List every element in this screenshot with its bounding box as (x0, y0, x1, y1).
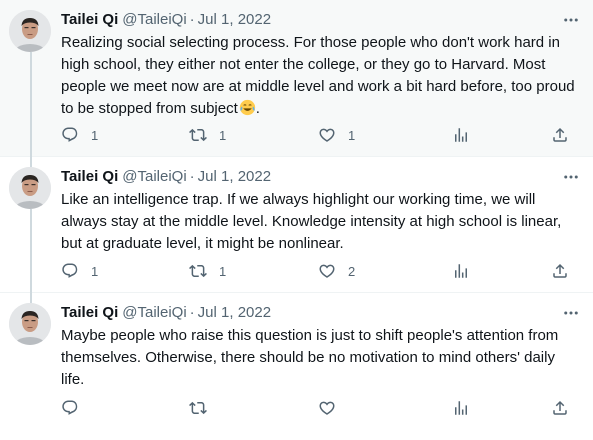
author-name[interactable]: Tailei Qi (61, 11, 118, 28)
share-button[interactable] (551, 124, 569, 146)
retweet-button[interactable] (189, 397, 207, 419)
tweet[interactable]: Tailei Qi @TaileiQi · Jul 1, 2022 Like an i… (0, 157, 593, 293)
reply-button[interactable] (61, 397, 79, 419)
more-icon[interactable] (561, 303, 581, 323)
share-button[interactable] (551, 397, 569, 419)
reply-icon (61, 262, 79, 280)
like-button[interactable]: 2 (318, 260, 355, 282)
retweet-icon (189, 262, 207, 280)
more-icon[interactable] (561, 167, 581, 187)
author-handle[interactable]: @TaileiQi (122, 168, 186, 185)
more-icon[interactable] (561, 10, 581, 30)
tweet[interactable]: Tailei Qi @TaileiQi · Jul 1, 2022 Realizing… (0, 0, 593, 157)
avatar[interactable] (9, 10, 51, 52)
like-icon (318, 126, 336, 144)
like-count: 2 (348, 263, 356, 279)
share-icon (551, 399, 569, 417)
tweet-text-content: Realizing social selecting process. For … (61, 34, 575, 117)
reply-count: 1 (91, 263, 99, 279)
views-icon (452, 262, 470, 280)
views-icon (452, 399, 470, 417)
tweet-actions (61, 397, 581, 419)
author-handle[interactable]: @TaileiQi (122, 304, 186, 321)
tweet[interactable]: Tailei Qi @TaileiQi · Jul 1, 2022 Maybe peo… (0, 293, 593, 440)
retweet-button[interactable]: 1 (189, 124, 226, 146)
thread-line (30, 293, 32, 303)
separator: · (189, 168, 195, 185)
tweet-text: Maybe people who raise this question is … (61, 327, 559, 388)
like-button[interactable]: 1 (318, 124, 355, 146)
like-count: 1 (348, 127, 356, 143)
like-icon (318, 399, 336, 417)
like-button[interactable] (318, 397, 336, 419)
tweet-header: Tailei Qi @TaileiQi · Jul 1, 2022 (61, 167, 583, 187)
tweet-header: Tailei Qi @TaileiQi · Jul 1, 2022 (61, 10, 583, 30)
retweet-count: 1 (219, 127, 227, 143)
tweet-date[interactable]: Jul 1, 2022 (198, 304, 271, 321)
thread-line (30, 157, 32, 167)
tweet-text-suffix: . (255, 100, 260, 117)
retweet-button[interactable]: 1 (189, 260, 226, 282)
separator: · (189, 11, 195, 28)
tweet-text: Like an intelligence trap. If we always … (61, 191, 562, 252)
separator: · (189, 304, 195, 321)
reply-icon (61, 126, 79, 144)
views-button[interactable] (452, 124, 470, 146)
views-icon (452, 126, 470, 144)
tweet-actions: 1 1 1 (61, 124, 581, 146)
retweet-icon (189, 126, 207, 144)
thread-line (30, 209, 32, 293)
share-icon (551, 262, 569, 280)
reply-button[interactable]: 1 (61, 124, 98, 146)
tweet-date[interactable]: Jul 1, 2022 (198, 11, 271, 28)
reply-button[interactable]: 1 (61, 260, 98, 282)
author-name[interactable]: Tailei Qi (61, 168, 118, 185)
tweet-text: Realizing social selecting process. For … (61, 32, 581, 120)
avatar[interactable] (9, 303, 51, 345)
author-handle[interactable]: @TaileiQi (122, 11, 186, 28)
views-button[interactable] (452, 260, 470, 282)
like-icon (318, 262, 336, 280)
retweet-icon (189, 399, 207, 417)
views-button[interactable] (452, 397, 470, 419)
thread-line (30, 52, 32, 157)
tweet-date[interactable]: Jul 1, 2022 (198, 168, 271, 185)
retweet-count: 1 (219, 263, 227, 279)
author-name[interactable]: Tailei Qi (61, 304, 118, 321)
share-icon (551, 126, 569, 144)
tweet-header: Tailei Qi @TaileiQi · Jul 1, 2022 (61, 303, 583, 323)
reply-count: 1 (91, 127, 99, 143)
avatar[interactable] (9, 167, 51, 209)
reply-icon (61, 399, 79, 417)
share-button[interactable] (551, 260, 569, 282)
tweet-actions: 1 1 2 (61, 260, 581, 282)
joy-emoji-icon (239, 99, 256, 116)
